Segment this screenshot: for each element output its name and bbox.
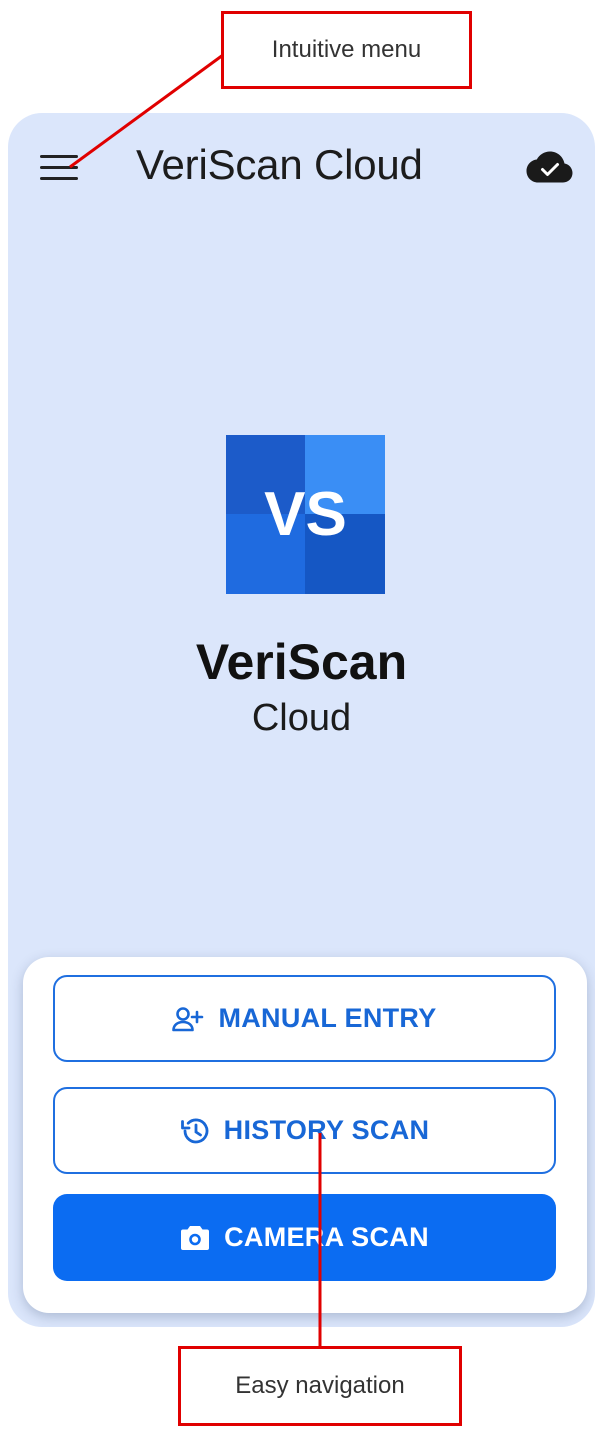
hamburger-menu-icon[interactable] [40, 153, 78, 183]
manual-entry-button[interactable]: MANUAL ENTRY [53, 975, 556, 1062]
camera-scan-label: CAMERA SCAN [224, 1222, 429, 1252]
logo-text: VS [264, 480, 347, 549]
brand-name: VeriScan [195, 634, 408, 690]
camera-scan-button[interactable]: CAMERA SCAN [53, 1194, 556, 1281]
app-screen: VeriScan Cloud VS VeriScan Cloud MANUAL … [8, 113, 595, 1327]
history-scan-button[interactable]: HISTORY SCAN [53, 1087, 556, 1174]
page: VeriScan Cloud VS VeriScan Cloud MANUAL … [0, 0, 595, 1456]
easy-navigation-callout: Easy navigation [178, 1346, 462, 1426]
intuitive-menu-callout: Intuitive menu [221, 11, 472, 89]
app-bar: VeriScan Cloud [8, 113, 595, 223]
history-scan-label: HISTORY SCAN [223, 1115, 430, 1145]
veriscan-logo: VS [226, 435, 385, 594]
history-icon [180, 1117, 210, 1145]
camera-icon [180, 1225, 210, 1251]
person-add-icon [172, 1006, 204, 1032]
app-title: VeriScan Cloud [136, 141, 423, 188]
brand-subtitle: Cloud [251, 697, 352, 739]
action-card: MANUAL ENTRY HISTORY SCAN CAMERA SCAN [23, 957, 587, 1313]
manual-entry-label: MANUAL ENTRY [218, 1003, 437, 1033]
cloud-done-icon[interactable] [526, 150, 574, 184]
